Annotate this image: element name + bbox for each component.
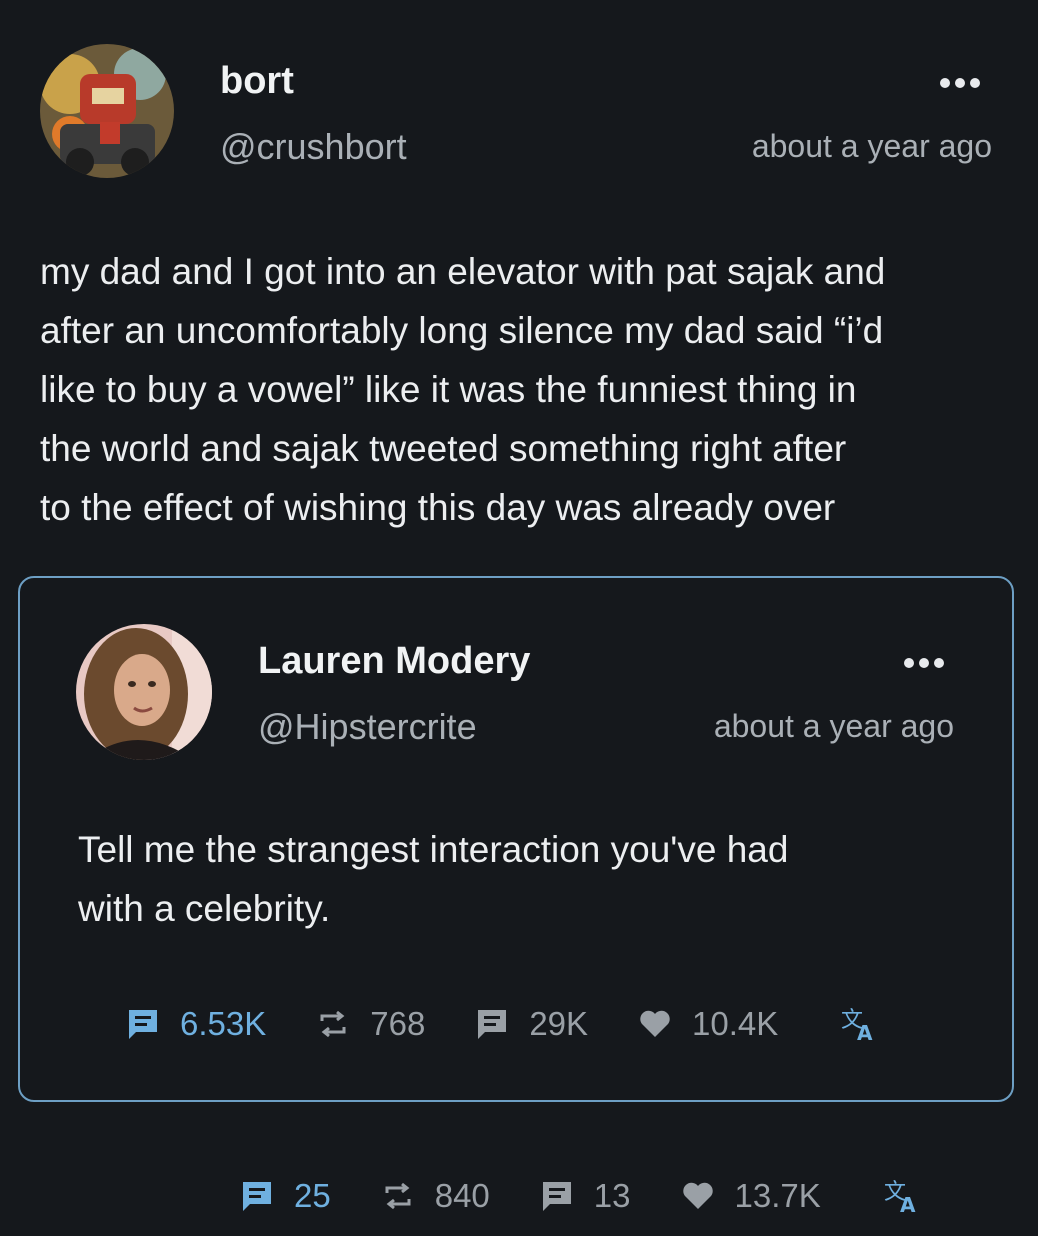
- dot-icon: [970, 78, 980, 88]
- translate-button[interactable]: 文 A: [883, 1177, 921, 1215]
- quoted-author-handle[interactable]: @Hipstercrite: [258, 706, 477, 748]
- quoted-post-text: Tell me the strangest interaction you've…: [78, 820, 788, 938]
- post-text-line: like to buy a vowel” like it was the fun…: [40, 369, 857, 410]
- quoted-translate-button[interactable]: 文 A: [840, 1005, 878, 1043]
- quoted-text-line: with a celebrity.: [78, 888, 331, 929]
- author-handle[interactable]: @crushbort: [220, 126, 407, 168]
- quote-comment-icon: [542, 1182, 571, 1211]
- quoted-more-options-button[interactable]: [904, 658, 944, 668]
- retweet-count: 768: [370, 1005, 426, 1042]
- quote-count: 13: [593, 1177, 631, 1214]
- post-timestamp: about a year ago: [751, 128, 992, 164]
- dot-icon: [919, 658, 929, 668]
- dot-icon: [904, 658, 914, 668]
- quote-comment-icon: [478, 1010, 507, 1039]
- dot-icon: [955, 78, 965, 88]
- translate-icon: 文 A: [841, 1008, 873, 1043]
- svg-text:A: A: [857, 1021, 873, 1043]
- dot-icon: [934, 658, 944, 668]
- retweet-button[interactable]: 840: [381, 1177, 490, 1215]
- quoted-quote-button[interactable]: 29K: [475, 1005, 588, 1043]
- quoted-reply-button[interactable]: 6.53K: [126, 1005, 266, 1043]
- reply-button[interactable]: 25: [240, 1177, 331, 1215]
- quoted-retweet-button[interactable]: 768: [316, 1005, 425, 1043]
- quoted-text-line: Tell me the strangest interaction you've…: [78, 829, 789, 870]
- like-count: 10.4K: [692, 1005, 779, 1042]
- post-text: my dad and I got into an elevator with p…: [40, 242, 885, 537]
- post-text-line: my dad and I got into an elevator with p…: [40, 251, 886, 292]
- quoted-author-name[interactable]: Lauren Modery: [258, 640, 530, 683]
- quote-count: 29K: [529, 1005, 589, 1042]
- woman-portrait-avatar-icon: [76, 624, 212, 760]
- quote-button[interactable]: 13: [540, 1177, 631, 1215]
- author-name[interactable]: bort: [220, 60, 294, 103]
- comment-icon: [129, 1010, 157, 1039]
- quoted-author-avatar[interactable]: [76, 624, 212, 760]
- reply-count: 25: [294, 1177, 331, 1214]
- retweet-count: 840: [434, 1177, 490, 1214]
- svg-text:A: A: [900, 1193, 916, 1215]
- author-avatar[interactable]: [40, 44, 174, 178]
- post-action-bar: 25 840 13 13.7K 文 A: [240, 1176, 921, 1216]
- more-options-button[interactable]: [940, 78, 980, 88]
- post-text-line: to the effect of wishing this day was al…: [40, 487, 836, 528]
- dot-icon: [940, 78, 950, 88]
- translate-icon: 文 A: [884, 1180, 916, 1215]
- retweet-icon: [385, 1182, 411, 1210]
- like-count: 13.7K: [734, 1177, 821, 1214]
- quoted-like-button[interactable]: 10.4K: [638, 1005, 778, 1043]
- quoted-timestamp: about a year ago: [713, 708, 954, 744]
- retweet-icon: [320, 1010, 346, 1038]
- reply-count: 6.53K: [180, 1005, 267, 1042]
- comment-icon: [243, 1182, 271, 1211]
- heart-icon: [640, 1010, 670, 1037]
- robot-art-avatar-icon: [40, 44, 174, 178]
- heart-icon: [682, 1182, 713, 1209]
- like-button[interactable]: 13.7K: [681, 1177, 821, 1215]
- quoted-action-bar: 6.53K 768 29K 10.4K 文 A: [126, 1004, 878, 1044]
- quoted-post-card[interactable]: Lauren Modery @Hipstercrite about a year…: [18, 576, 1014, 1102]
- post-text-line: after an uncomfortably long silence my d…: [40, 310, 884, 351]
- post-text-line: the world and sajak tweeted something ri…: [40, 428, 847, 469]
